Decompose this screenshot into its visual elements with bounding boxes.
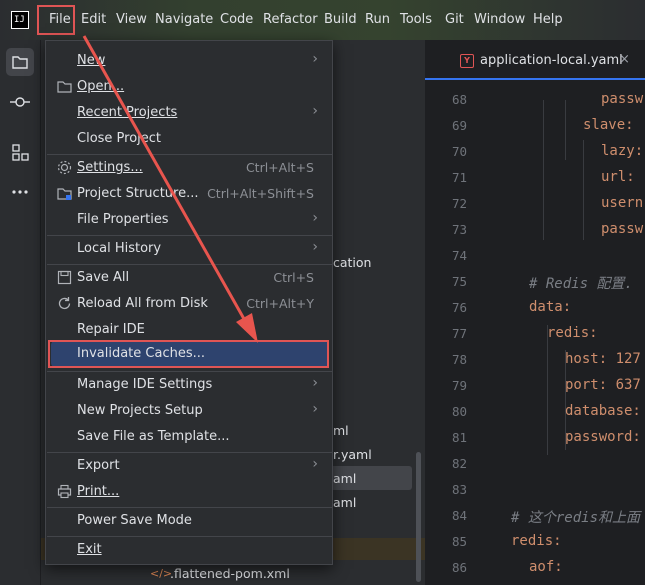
annotation-arrow-icon: [82, 35, 258, 343]
